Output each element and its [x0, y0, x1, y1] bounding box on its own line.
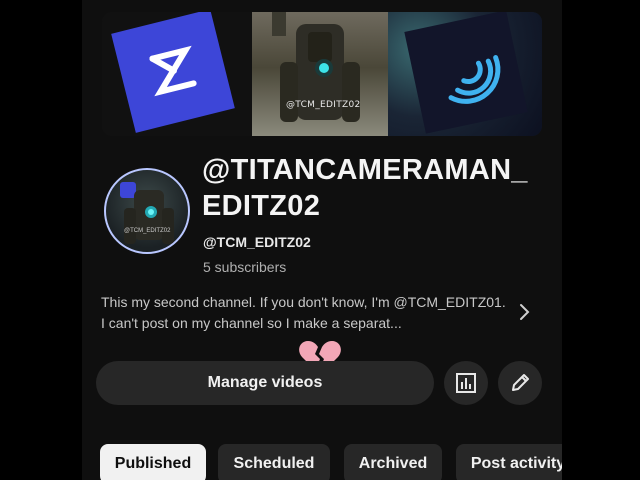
tab-published[interactable]: Published — [100, 444, 206, 480]
pencil-icon — [512, 374, 529, 391]
channel-screen: @TCM_EDITZ02 @TCM_EDITZ02 @TITANCAMERAMA… — [82, 0, 562, 480]
tab-scheduled[interactable]: Scheduled — [218, 444, 330, 480]
channel-handle: @TCM_EDITZ02 — [203, 234, 311, 250]
channel-name: @TITANCAMERAMAN_EDITZ02 — [202, 154, 528, 222]
capcut-logo — [111, 12, 235, 133]
avatar-watermark: @TCM_EDITZ02 — [124, 228, 171, 234]
manage-videos-button[interactable]: Manage videos — [96, 361, 434, 405]
subscriber-count: 5 subscribers — [203, 259, 287, 275]
content-tabs: Published Scheduled Archived Post activi… — [100, 444, 562, 480]
tab-post-activity[interactable]: Post activity — [456, 444, 562, 480]
avatar[interactable]: @TCM_EDITZ02 — [104, 168, 190, 254]
chevron-right-icon[interactable] — [514, 302, 534, 322]
bar-chart-icon — [456, 373, 476, 393]
edit-channel-button[interactable] — [498, 361, 542, 405]
banner-panel-center: @TCM_EDITZ02 — [252, 12, 388, 136]
alight-motion-logo — [404, 12, 528, 134]
channel-banner: @TCM_EDITZ02 — [102, 12, 542, 136]
analytics-button[interactable] — [444, 361, 488, 405]
channel-description[interactable]: This my second channel. If you don't kno… — [101, 292, 513, 334]
banner-panel-left — [102, 12, 252, 136]
banner-watermark: @TCM_EDITZ02 — [286, 100, 361, 110]
tab-archived[interactable]: Archived — [344, 444, 442, 480]
banner-panel-right — [388, 12, 542, 136]
